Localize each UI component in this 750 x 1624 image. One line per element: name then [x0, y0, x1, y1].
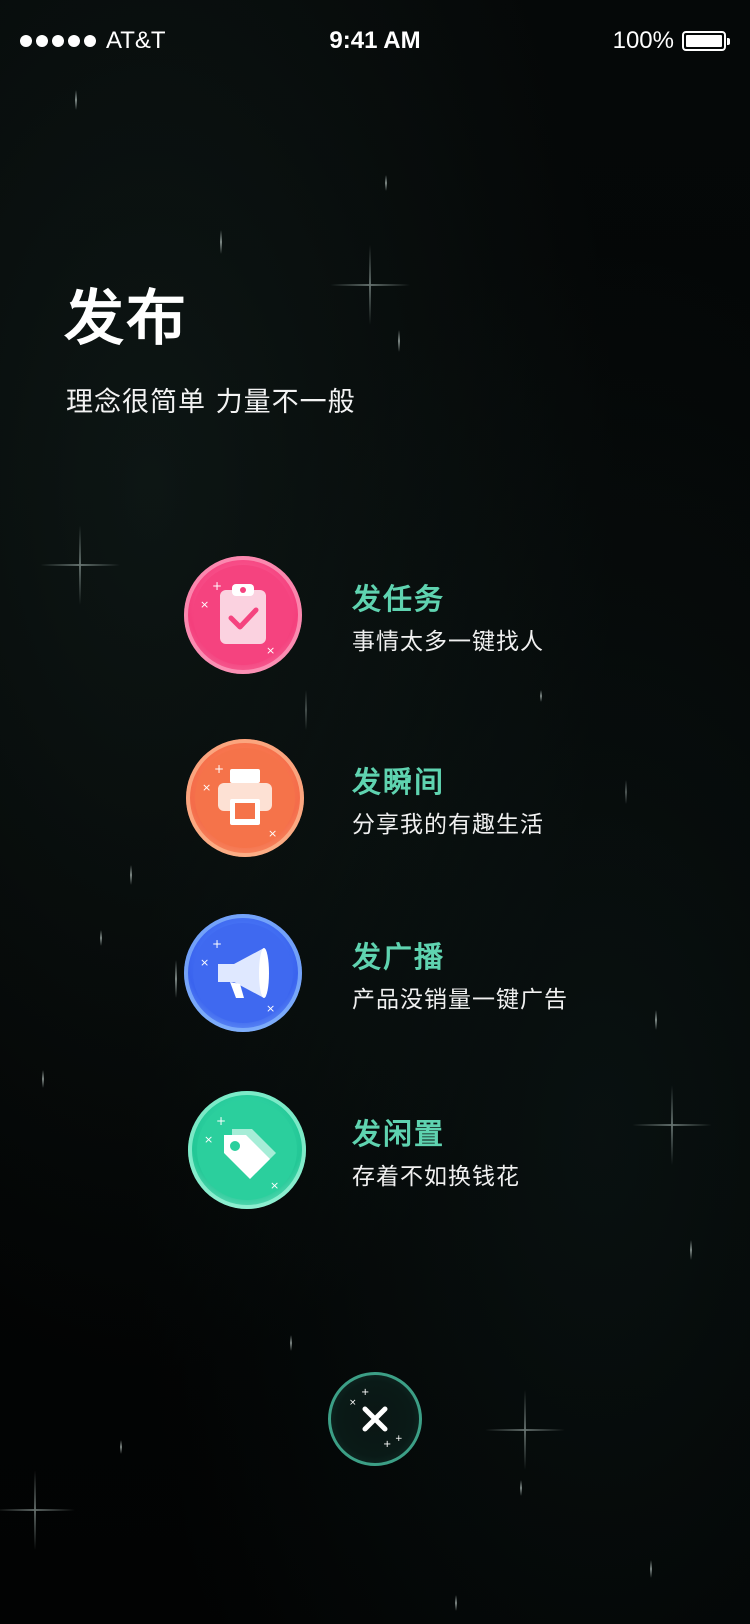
battery-percent: 100%: [612, 27, 674, 54]
option-title: 发闲置: [352, 1117, 446, 1151]
option-title: 发瞬间: [352, 765, 446, 799]
svg-text:×: ×: [204, 1133, 213, 1146]
svg-text:×: ×: [200, 598, 209, 611]
megaphone-icon: + × ×: [184, 914, 302, 1032]
option-post-idle-item[interactable]: + × × 发闲置 存着不如换钱花: [0, 1091, 750, 1211]
svg-text:+: +: [212, 579, 222, 593]
status-bar: AT&T 9:41 AM 100%: [0, 0, 750, 84]
option-post-moment[interactable]: + × × 发瞬间 分享我的有趣生活: [0, 739, 750, 859]
battery-status: 100%: [612, 27, 730, 55]
option-description: 事情太多一键找人: [352, 629, 544, 655]
svg-text:×: ×: [266, 1002, 275, 1015]
clipboard-check-icon: + × ×: [184, 556, 302, 674]
svg-text:×: ×: [268, 827, 277, 840]
page-subtitle: 理念很简单 力量不一般: [66, 387, 356, 418]
option-title: 发广播: [352, 940, 446, 974]
svg-text:×: ×: [266, 644, 275, 657]
svg-text:×: ×: [349, 1398, 357, 1408]
svg-text:+: +: [395, 1434, 403, 1444]
close-icon: + × + +: [349, 1387, 403, 1450]
option-post-broadcast[interactable]: + × × 发广播 产品没销量一键广告: [0, 914, 750, 1034]
option-title: 发任务: [352, 582, 446, 616]
svg-text:+: +: [214, 762, 224, 776]
svg-text:+: +: [212, 937, 222, 951]
svg-text:×: ×: [200, 956, 209, 969]
option-description: 存着不如换钱花: [352, 1164, 520, 1190]
svg-text:×: ×: [202, 781, 211, 794]
svg-text:+: +: [361, 1387, 369, 1398]
option-description: 产品没销量一键广告: [352, 987, 568, 1013]
page-title: 发布: [64, 284, 188, 354]
battery-icon: [682, 31, 730, 51]
svg-text:+: +: [216, 1114, 226, 1128]
close-button[interactable]: + × + +: [328, 1372, 422, 1466]
svg-text:×: ×: [270, 1179, 279, 1192]
printer-icon: + × ×: [186, 739, 304, 857]
price-tag-icon: + × ×: [188, 1091, 306, 1209]
option-description: 分享我的有趣生活: [352, 812, 544, 838]
svg-text:+: +: [383, 1439, 391, 1450]
option-post-task[interactable]: + × × 发任务 事情太多一键找人: [0, 556, 750, 676]
